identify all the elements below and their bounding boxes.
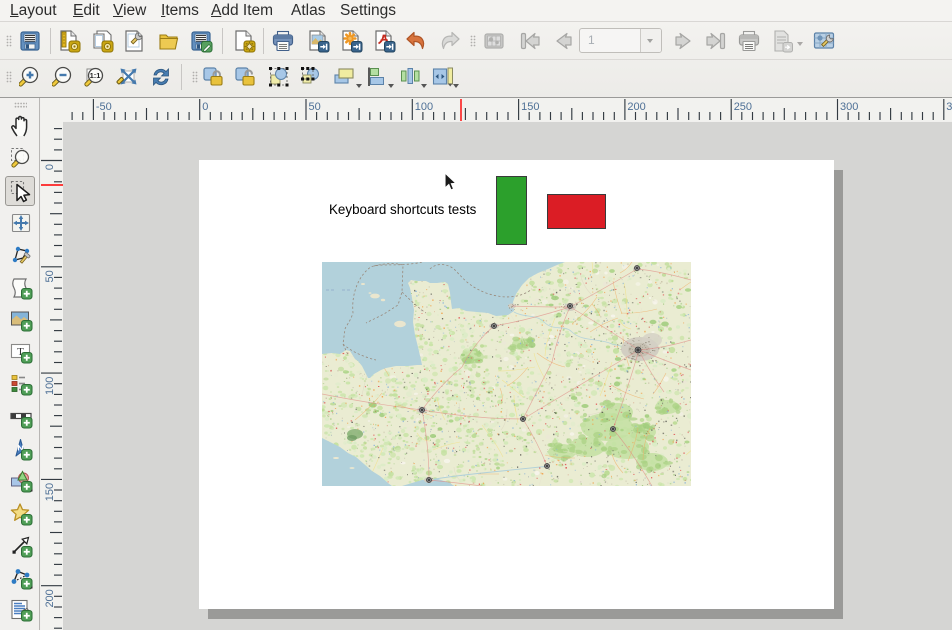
svg-text:300: 300 — [840, 101, 858, 113]
svg-text:50: 50 — [44, 270, 56, 282]
svg-text:0: 0 — [202, 101, 208, 113]
svg-text:200: 200 — [627, 101, 645, 113]
svg-text:50: 50 — [309, 101, 321, 113]
svg-text:150: 150 — [44, 483, 56, 501]
svg-text:1:1: 1:1 — [90, 71, 101, 80]
svg-text:100: 100 — [415, 101, 433, 113]
svg-text:250: 250 — [734, 101, 752, 113]
svg-text:0: 0 — [44, 164, 56, 170]
svg-text:100: 100 — [44, 377, 56, 395]
svg-text:-50: -50 — [96, 101, 112, 113]
svg-text:200: 200 — [44, 589, 56, 607]
svg-text:350: 350 — [946, 101, 952, 113]
svg-text:150: 150 — [521, 101, 539, 113]
